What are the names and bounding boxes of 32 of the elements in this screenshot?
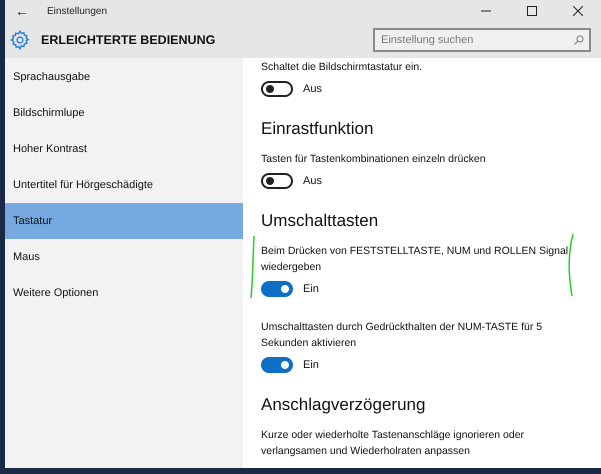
toggle-state-label: Ein [303,359,319,371]
back-button[interactable]: ← [5,0,39,22]
toggle-state-label: Aus [303,83,322,95]
setting-description: Umschalttasten durch Gedrückthalten der NUM-TASTE für 5 Sekunden aktivieren [261,320,544,351]
sidebar-item[interactable]: Hoher Kontrast [5,131,243,167]
section-heading: Anschlagverzögerung [261,395,426,415]
sidebar-item[interactable]: Weitere Optionen [5,275,243,311]
settings-icon [10,30,30,50]
sidebar-item[interactable]: Bildschirmlupe [5,95,243,131]
toggle-switch[interactable] [261,173,293,189]
toggle-switch[interactable] [261,357,293,373]
toggle-state-label: Ein [303,283,319,295]
sidebar-item[interactable]: Untertitel für Hörgeschädigte [5,167,243,203]
search-field[interactable]: Einstellung suchen [373,28,591,52]
section-heading: Umschalttasten [261,211,380,231]
maximize-icon [527,6,537,16]
section-heading: Einrastfunktion [261,119,374,139]
toggle-switch[interactable] [261,281,293,297]
window-title: Einstellungen [47,6,108,16]
sidebar-item[interactable]: Tastatur [5,203,243,239]
setting-description: Tasten für Tastenkombinationen einzeln drücken [261,152,487,167]
toggle-switch[interactable] [261,81,293,97]
search-icon [574,35,584,45]
setting-description: Schaltet die Bildschirmtastatur ein. [261,60,424,75]
annotation-mark [567,233,575,297]
setting-description: Beim Drücken von FESTSTELLTASTE, NUM und ROLLEN Signal wiedergeben [261,244,570,275]
section-description: Kurze oder wiederholte Tastenanschläge ignorieren oder verlangsamen und Wiederholraten anpassen [261,428,526,459]
sidebar-item[interactable]: Sprachausgabe [5,59,243,95]
sidebar-item[interactable]: Maus [5,239,243,275]
close-icon [573,6,583,16]
toggle-state-label: Aus [303,175,322,187]
page-title: ERLEICHTERTE BEDIENUNG [41,33,216,47]
